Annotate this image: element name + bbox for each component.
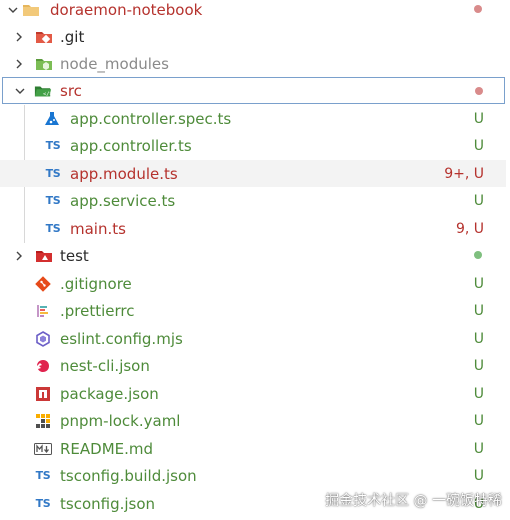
test-icon [44,110,62,128]
tree-item-label: src [60,81,82,100]
tree-item-prettierrc[interactable]: .prettierrc U [0,297,506,324]
tree-item-label: .git [60,27,85,46]
git-status: U [473,385,484,402]
tree-item-label: node_modules [60,54,169,73]
chevron-down-icon[interactable] [6,3,20,17]
tree-item-label: main.ts [70,219,126,238]
git-status: U [473,440,484,457]
tree-item-label: app.controller.spec.ts [70,109,232,128]
git-status: U [473,110,484,127]
tree-item-label: tsconfig.build.json [60,466,197,485]
watermark: 掘金技术社区 @ 一碗饭特稀 [325,493,502,509]
git-icon [34,275,52,293]
tree-item-tsconfig-build[interactable]: TS tsconfig.build.json U [0,462,506,489]
tree-item-label: app.controller.ts [70,136,192,155]
git-status: U [473,302,484,319]
tree-item-gitignore[interactable]: .gitignore U [0,270,506,297]
folder-icon [22,1,40,19]
tree-item-label: eslint.config.mjs [60,329,183,348]
git-status: U [473,330,484,347]
typescript-icon: TS [45,194,61,207]
prettier-icon [34,302,52,320]
tree-item-nest-cli[interactable]: nest-cli.json U [0,352,506,379]
chevron-down-icon[interactable] [13,84,27,98]
tree-item-eslint-config[interactable]: eslint.config.mjs U [0,325,506,352]
tree-item-app-service[interactable]: TS app.service.ts U [0,187,506,214]
eslint-icon [34,330,52,348]
git-status: U [473,412,484,429]
npm-icon [34,385,52,403]
tree-item-git-folder[interactable]: .git [0,23,506,50]
git-status: 9, U [455,220,484,237]
modified-dot [475,87,483,95]
git-status: 9+, U [444,165,484,182]
git-status: U [473,192,484,209]
chevron-right-icon[interactable] [12,249,26,263]
git-status: U [473,467,484,484]
tree-item-app-module[interactable]: TS app.module.ts 9+, U [0,160,506,187]
tsconfig-icon: TS [35,469,51,482]
node-folder-icon [35,55,53,73]
tree-item-label: README.md [60,439,154,458]
modified-dot [474,5,482,13]
src-folder-icon: </> [34,82,52,100]
pnpm-icon [34,412,52,430]
nest-icon [34,357,52,375]
tree-item-label: doraemon-notebook [50,0,203,19]
svg-text:</>: </> [43,91,52,97]
typescript-icon: TS [45,222,61,235]
tree-item-app-controller[interactable]: TS app.controller.ts U [0,132,506,159]
git-folder-icon [35,28,53,46]
typescript-icon: TS [45,167,61,180]
tree-item-label: .prettierrc [60,301,135,320]
tree-item-src-folder[interactable]: </> src [2,77,505,104]
tree-item-node-modules[interactable]: node_modules [0,50,506,77]
git-status: U [473,275,484,292]
typescript-icon: TS [45,139,61,152]
tree-root-doraemon-notebook[interactable]: doraemon-notebook [0,0,506,23]
tree-item-label: .gitignore [60,274,132,293]
test-folder-icon [35,247,53,265]
tree-item-label: tsconfig.json [60,494,156,513]
git-status: U [473,137,484,154]
tree-item-app-controller-spec[interactable]: app.controller.spec.ts U [0,105,506,132]
tree-item-package-json[interactable]: package.json U [0,380,506,407]
tree-item-label: pnpm-lock.yaml [60,411,181,430]
git-status: U [473,357,484,374]
untracked-dot [474,251,482,259]
tree-item-label: app.module.ts [70,164,178,183]
markdown-icon [34,440,52,458]
tree-item-label: nest-cli.json [60,356,150,375]
tree-item-label: app.service.ts [70,191,176,210]
file-explorer: doraemon-notebook .git node_modules </> … [0,0,510,520]
tree-item-label: package.json [60,384,159,403]
tree-item-label: test [60,246,89,265]
tree-item-main[interactable]: TS main.ts 9, U [0,215,506,242]
chevron-right-icon[interactable] [12,30,26,44]
tree-item-pnpm-lock[interactable]: pnpm-lock.yaml U [0,407,506,434]
tsconfig-icon: TS [35,497,51,510]
tree-item-readme[interactable]: README.md U [0,435,506,462]
tree-item-test-folder[interactable]: test [0,242,506,269]
chevron-right-icon[interactable] [12,57,26,71]
